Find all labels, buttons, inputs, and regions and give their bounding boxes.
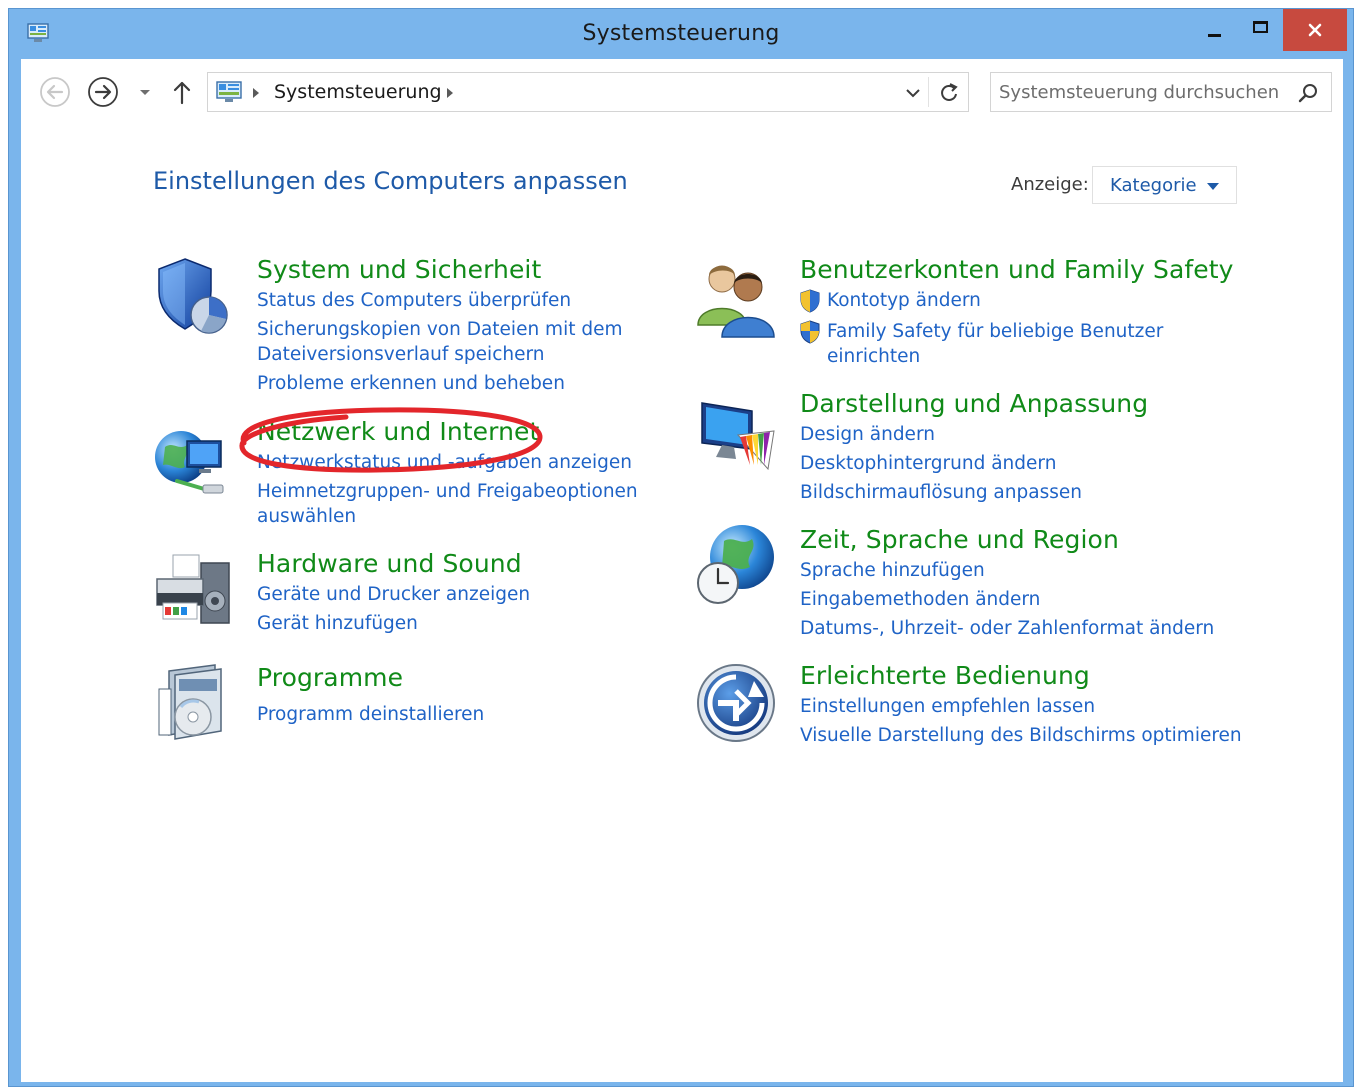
window-title: Systemsteuerung [582, 21, 780, 46]
category-title-appearance[interactable]: Darstellung und Anpassung [800, 389, 1148, 418]
link-troubleshoot[interactable]: Probleme erkennen und beheben [257, 372, 565, 396]
close-icon [1308, 23, 1322, 37]
breadcrumb-item-systemsteuerung[interactable]: Systemsteuerung [274, 81, 442, 103]
link-change-input-methods[interactable]: Eingabemethoden ändern [800, 588, 1040, 612]
category-title-hardware-sound[interactable]: Hardware und Sound [257, 549, 522, 578]
address-divider [928, 77, 929, 107]
category-title-programs[interactable]: Programme [257, 663, 403, 692]
category-title-time-language[interactable]: Zeit, Sprache und Region [800, 525, 1119, 554]
control-panel-icon [216, 81, 242, 102]
category-title-system-security[interactable]: System und Sicherheit [257, 255, 541, 284]
close-button[interactable] [1283, 9, 1347, 51]
display-personalization-icon[interactable] [694, 391, 778, 475]
client-area: Systemsteuerung Einstellungen des Comput… [21, 59, 1343, 1082]
search-icon[interactable] [1297, 82, 1319, 104]
breadcrumb-chevron-icon[interactable] [445, 87, 455, 99]
category-title-ease-of-access[interactable]: Erleichterte Bedienung [800, 661, 1090, 690]
link-change-theme[interactable]: Design ändern [800, 423, 935, 447]
link-change-date-format[interactable]: Datums-, Uhrzeit- oder Zahlenformat ände… [800, 617, 1214, 641]
link-family-safety[interactable]: Family Safety für beliebige Benutzer [827, 320, 1163, 344]
dropdown-arrow-icon [1207, 183, 1219, 190]
link-homegroup-sharing[interactable]: Heimnetzgruppen- und Freigabeoptionen [257, 480, 638, 504]
ease-of-access-icon[interactable] [694, 661, 778, 745]
view-label: Anzeige: [1011, 174, 1089, 195]
printer-speaker-icon[interactable] [151, 549, 235, 633]
link-backup-files-cont[interactable]: Dateiversionsverlauf speichern [257, 343, 544, 367]
link-change-desktop-background[interactable]: Desktophintergrund ändern [800, 452, 1056, 476]
programs-disc-icon[interactable] [151, 661, 235, 745]
link-change-account-type[interactable]: Kontotyp ändern [827, 289, 981, 313]
search-box[interactable] [990, 72, 1332, 112]
shield-security-icon[interactable] [151, 255, 235, 339]
refresh-icon[interactable] [934, 79, 964, 107]
network-globe-icon[interactable] [151, 419, 235, 503]
up-button[interactable] [169, 76, 195, 108]
uac-shield-icon [800, 320, 820, 344]
link-suggest-settings[interactable]: Einstellungen empfehlen lassen [800, 695, 1095, 719]
view-by-dropdown[interactable]: Kategorie [1092, 166, 1237, 204]
category-title-user-accounts[interactable]: Benutzerkonten und Family Safety [800, 255, 1234, 284]
back-button[interactable] [39, 76, 71, 108]
title-bar[interactable]: Systemsteuerung [9, 9, 1353, 59]
link-family-safety-cont[interactable]: einrichten [827, 345, 920, 369]
address-bar[interactable]: Systemsteuerung [207, 72, 969, 112]
breadcrumb-chevron-icon[interactable] [251, 87, 261, 99]
category-title-network-internet[interactable]: Netzwerk und Internet [257, 417, 539, 446]
link-uninstall-program[interactable]: Programm deinstallieren [257, 703, 484, 727]
link-add-language[interactable]: Sprache hinzufügen [800, 559, 985, 583]
uac-shield-icon [800, 289, 820, 313]
search-input[interactable] [999, 79, 1289, 105]
minimize-button[interactable] [1191, 9, 1237, 51]
link-check-computer-status[interactable]: Status des Computers überprüfen [257, 289, 571, 313]
link-homegroup-sharing-cont[interactable]: auswählen [257, 505, 356, 529]
maximize-icon [1252, 21, 1268, 33]
link-optimize-visual-display[interactable]: Visuelle Darstellung des Bildschirms opt… [800, 724, 1242, 748]
control-panel-window: Systemsteuerung Systemsteuerung Systemst… [8, 8, 1354, 1087]
recent-locations-dropdown[interactable] [135, 76, 155, 108]
minimize-icon [1207, 33, 1221, 37]
link-add-device[interactable]: Gerät hinzufügen [257, 612, 418, 636]
link-network-status[interactable]: Netzwerkstatus und -aufgaben anzeigen [257, 451, 632, 475]
user-accounts-icon[interactable] [694, 255, 778, 339]
chevron-down-icon[interactable] [902, 83, 924, 103]
forward-button[interactable] [87, 76, 119, 108]
page-title: Einstellungen des Computers anpassen [153, 167, 628, 195]
link-adjust-resolution[interactable]: Bildschirmauflösung anpassen [800, 481, 1082, 505]
maximize-button[interactable] [1237, 9, 1283, 51]
link-backup-files[interactable]: Sicherungskopien von Dateien mit dem [257, 318, 623, 342]
globe-clock-icon[interactable] [694, 523, 778, 607]
view-by-value: Kategorie [1110, 175, 1197, 196]
link-devices-printers[interactable]: Geräte und Drucker anzeigen [257, 583, 530, 607]
